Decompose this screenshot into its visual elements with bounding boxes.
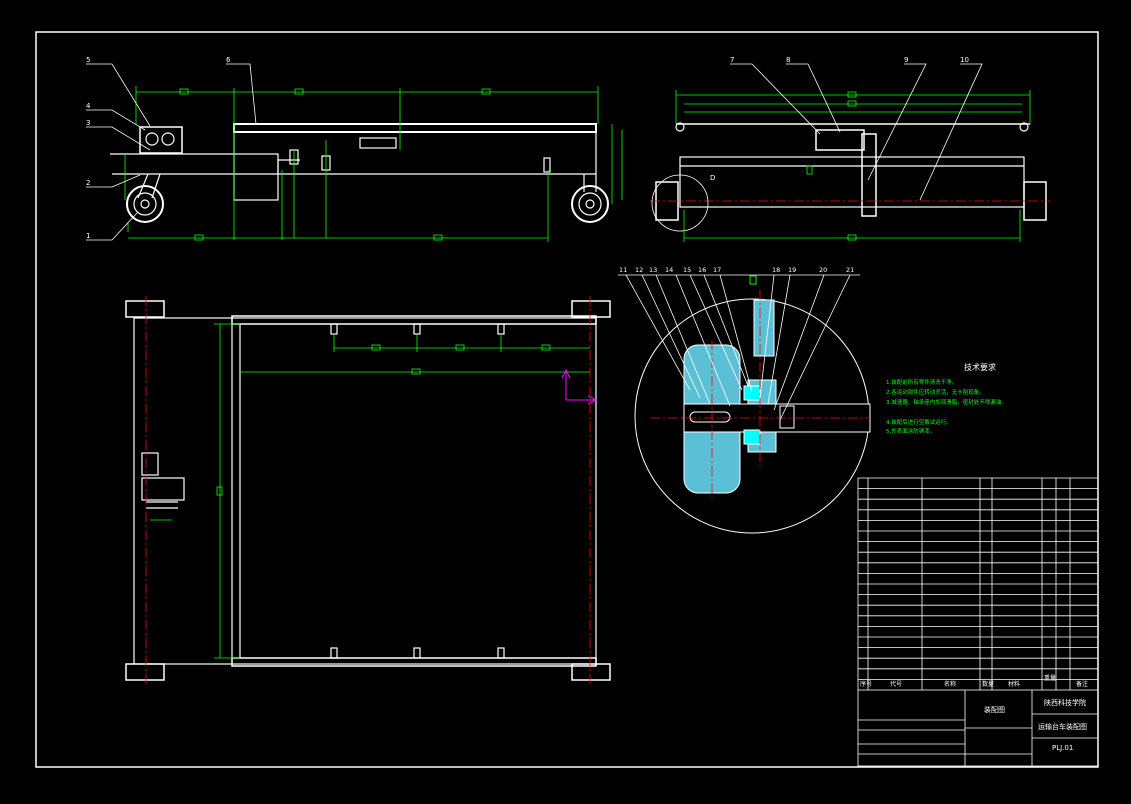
- detail-view-label: D: [710, 174, 715, 182]
- balloon-3: 3: [86, 119, 90, 127]
- balloon-17: 17: [713, 266, 721, 274]
- plan-view-dimensions: [150, 323, 590, 659]
- side-view-balloon-labels: 7 8 9 10 D: [710, 56, 969, 182]
- balloon-12: 12: [635, 266, 643, 274]
- tech-req-line-4: 4.装配后进行空载试运行。: [886, 418, 952, 426]
- balloon-9: 9: [904, 56, 908, 64]
- bom-header-material: 材料: [1008, 680, 1020, 688]
- front-view-dimensions: [124, 86, 623, 242]
- balloon-6: 6: [226, 56, 231, 64]
- balloon-11: 11: [619, 266, 627, 274]
- plan-view: [125, 300, 611, 681]
- tech-req-line-1: 1.装配前所有零件清洗干净。: [886, 378, 957, 386]
- balloon-20: 20: [819, 266, 827, 274]
- plan-view-centerlines: [145, 296, 591, 684]
- front-view: [110, 123, 609, 223]
- balloon-7: 7: [730, 56, 734, 64]
- side-view-leaders: [730, 63, 983, 201]
- balloon-10: 10: [960, 56, 969, 64]
- side-view: [655, 122, 1047, 221]
- bom-header-name: 名称: [944, 680, 956, 688]
- bom-header-row: 序号 代号 名称 数量 材料 重量 备注: [860, 674, 1088, 688]
- title-block-text: 陕西科技学院 装配图 运输台车装配图 PLJ.01: [984, 698, 1087, 752]
- drawing-type: 装配图: [984, 705, 1005, 714]
- bom-header-weight: 重量: [1044, 674, 1056, 682]
- bill-of-materials: [857, 477, 1099, 690]
- balloon-16: 16: [698, 266, 706, 274]
- balloon-2: 2: [86, 179, 90, 187]
- tech-requirements: 技术要求 1.装配前所有零件清洗干净。 2.各运动部件应转动灵活，无卡阻现象。 …: [886, 362, 1007, 435]
- front-view-leaders: [86, 63, 257, 241]
- balloon-13: 13: [649, 266, 657, 274]
- bom-header-remark: 备注: [1076, 680, 1088, 688]
- balloon-15: 15: [683, 266, 691, 274]
- cad-drawing-canvas: 5 6 4 3 2 1 7 8 9 10 D 11 12 13 14 15 16…: [35, 31, 1099, 768]
- balloon-4: 4: [86, 102, 91, 110]
- tech-req-line-3: 3.减速器、轴承座内加润滑脂，密封处不得漏油。: [886, 398, 1007, 406]
- bom-header-code: 代号: [890, 680, 902, 688]
- tech-req-line-2: 2.各运动部件应转动灵活，无卡阻现象。: [886, 388, 985, 396]
- tech-req-title: 技术要求: [964, 362, 996, 372]
- front-view-balloon-labels: 5 6 4 3 2 1: [86, 56, 231, 240]
- balloon-1: 1: [86, 232, 90, 240]
- school-name: 陕西科技学院: [1044, 698, 1086, 707]
- balloon-21: 21: [846, 266, 854, 274]
- detail-view: [634, 275, 871, 534]
- drawing-name: 运输台车装配图: [1038, 722, 1087, 731]
- bom-header-qty: 数量: [982, 680, 994, 688]
- balloon-19: 19: [788, 266, 796, 274]
- balloon-8: 8: [786, 56, 790, 64]
- ucs-icon: [561, 368, 598, 405]
- balloon-5: 5: [86, 56, 90, 64]
- drawing-number: PLJ.01: [1052, 744, 1073, 752]
- bom-header-seq: 序号: [860, 680, 872, 688]
- balloon-14: 14: [665, 266, 673, 274]
- tech-req-line-5: 5.外表面涂防锈漆。: [886, 427, 935, 435]
- balloon-18: 18: [772, 266, 780, 274]
- detail-view-balloon-labels: 11 12 13 14 15 16 17 18 19 20 21: [619, 266, 854, 274]
